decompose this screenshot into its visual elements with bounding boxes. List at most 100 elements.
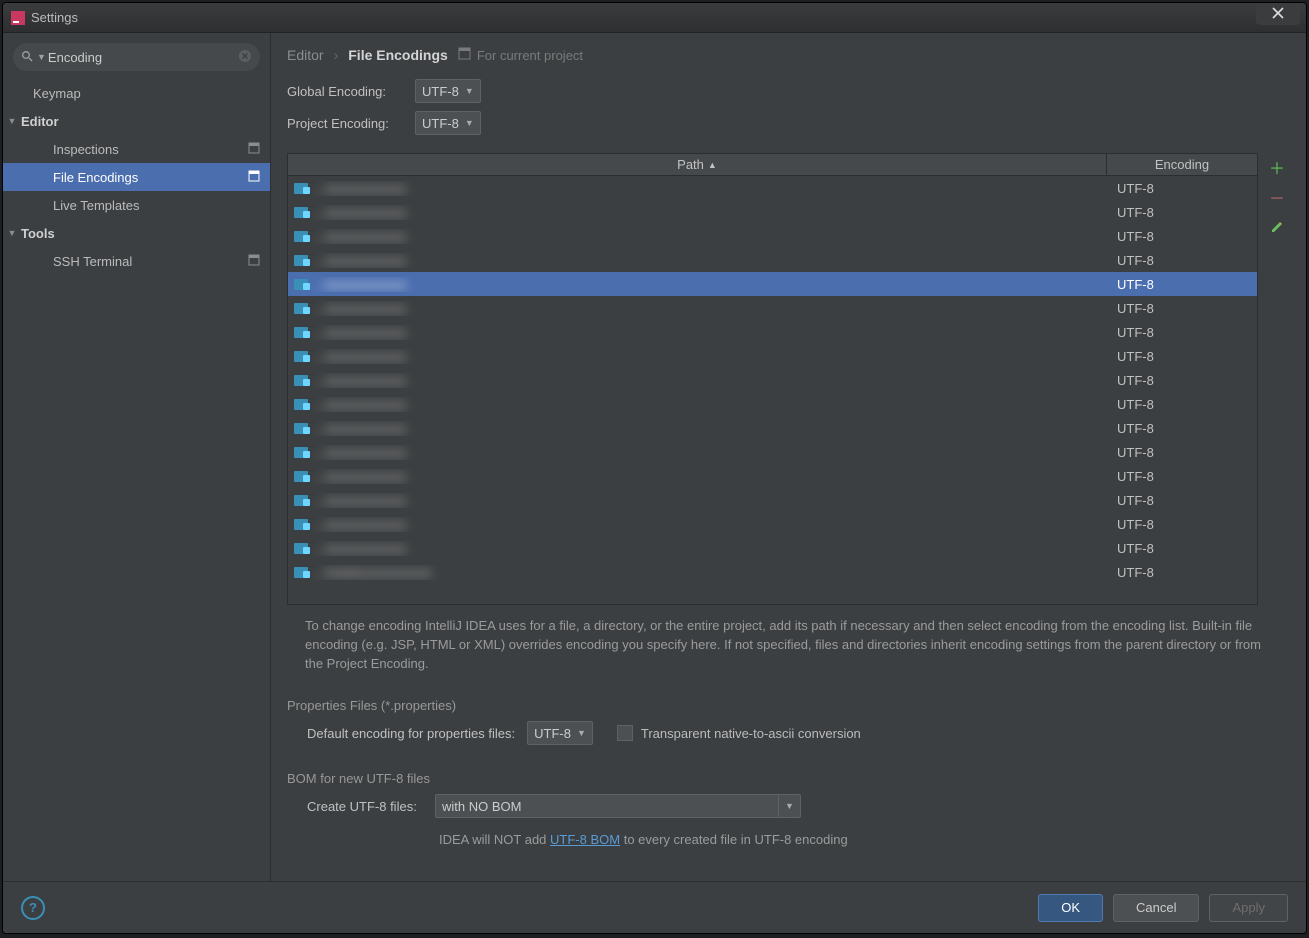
clear-search-icon[interactable] [238, 49, 252, 66]
cell-encoding[interactable]: UTF-8 [1107, 349, 1257, 364]
remove-button[interactable]: － [1267, 187, 1287, 207]
settings-window: Settings ▼ Keymap▼EditorInspectionsFile … [2, 2, 1307, 934]
sidebar-item-keymap[interactable]: Keymap [3, 79, 270, 107]
cell-path: ...\xxxxxxxxxxxx [288, 445, 1107, 460]
search-input[interactable] [48, 50, 238, 65]
table-row[interactable]: ...\xxxxxxxxxxxxUTF-8 [288, 224, 1257, 248]
titlebar: Settings [3, 3, 1306, 33]
project-encoding-combo[interactable]: UTF-8 ▼ [415, 111, 481, 135]
cell-encoding[interactable]: UTF-8 [1107, 517, 1257, 532]
cell-encoding[interactable]: UTF-8 [1107, 229, 1257, 244]
project-scope-icon [248, 254, 260, 269]
chevron-down-icon: ▼ [778, 795, 800, 817]
cell-encoding[interactable]: UTF-8 [1107, 325, 1257, 340]
help-button[interactable]: ? [21, 896, 45, 920]
cell-path: ...\xxxxxxxxxxxx [288, 325, 1107, 340]
cell-encoding[interactable]: UTF-8 [1107, 253, 1257, 268]
props-default-label: Default encoding for properties files: [307, 726, 515, 741]
cell-path: ...\xxxxxxxxxxxx [288, 541, 1107, 556]
app-icon [11, 11, 25, 25]
cell-path: ...\xxxxxxxxxxxx [288, 301, 1107, 316]
folder-icon [294, 567, 308, 578]
sidebar-item-file-encodings[interactable]: File Encodings [3, 163, 270, 191]
cell-path: ...\xxxxxxxxxxxx [288, 205, 1107, 220]
ok-button[interactable]: OK [1038, 894, 1103, 922]
sidebar-item-label: SSH Terminal [53, 254, 248, 269]
bom-create-combo[interactable]: with NO BOM ▼ [435, 794, 801, 818]
column-path[interactable]: Path ▲ [288, 154, 1107, 175]
table-body[interactable]: ...\xxxxxxxxxxxxUTF-8...\xxxxxxxxxxxxUTF… [288, 176, 1257, 604]
cell-encoding[interactable]: UTF-8 [1107, 565, 1257, 580]
folder-icon [294, 375, 308, 386]
sidebar-item-label: Keymap [33, 86, 260, 101]
folder-icon [294, 423, 308, 434]
global-encoding-combo[interactable]: UTF-8 ▼ [415, 79, 481, 103]
table-row[interactable]: ...\xxxxxxxxxxxxUTF-8 [288, 176, 1257, 200]
global-encoding-label: Global Encoding: [287, 84, 415, 99]
breadcrumb-root[interactable]: Editor [287, 47, 324, 63]
sidebar-item-editor[interactable]: ▼Editor [3, 107, 270, 135]
cell-encoding[interactable]: UTF-8 [1107, 541, 1257, 556]
cell-encoding[interactable]: UTF-8 [1107, 397, 1257, 412]
search-filter-dropdown-icon[interactable]: ▼ [37, 52, 46, 62]
table-row[interactable]: ...\xxxxxxxxxxxxUTF-8 [288, 344, 1257, 368]
bom-section-title: BOM for new UTF-8 files [287, 771, 1290, 786]
edit-button[interactable] [1267, 217, 1287, 237]
cell-encoding[interactable]: UTF-8 [1107, 493, 1257, 508]
column-encoding[interactable]: Encoding [1107, 154, 1257, 175]
folder-icon [294, 351, 308, 362]
table-row[interactable]: ...\xxxxxxxxxxxxUTF-8 [288, 296, 1257, 320]
cell-encoding[interactable]: UTF-8 [1107, 277, 1257, 292]
sidebar-item-tools[interactable]: ▼Tools [3, 219, 270, 247]
table-row[interactable]: ...\xxxxxxxxxxxxUTF-8 [288, 416, 1257, 440]
search-box[interactable]: ▼ [13, 43, 260, 71]
folder-icon [294, 255, 308, 266]
project-encoding-label: Project Encoding: [287, 116, 415, 131]
transparent-ascii-checkbox[interactable] [617, 725, 633, 741]
table-row[interactable]: ...\xxxxxxxxxxxxUTF-8 [288, 392, 1257, 416]
breadcrumb-current: File Encodings [348, 47, 448, 63]
expand-arrow-icon: ▼ [3, 116, 21, 126]
table-row[interactable]: ...\medxxxxxxxxxxxxUTF-8 [288, 560, 1257, 584]
cell-encoding[interactable]: UTF-8 [1107, 301, 1257, 316]
close-button[interactable] [1256, 2, 1300, 25]
cell-encoding[interactable]: UTF-8 [1107, 373, 1257, 388]
cell-encoding[interactable]: UTF-8 [1107, 181, 1257, 196]
table-row[interactable]: ...\xxxxxxxxxxxxUTF-8 [288, 320, 1257, 344]
folder-icon [294, 231, 308, 242]
footer: ? OK Cancel Apply [3, 881, 1306, 933]
folder-icon [294, 327, 308, 338]
table-row[interactable]: ...\xxxxxxxxxxxxUTF-8 [288, 272, 1257, 296]
project-scope-icon [248, 170, 260, 185]
table-row[interactable]: ...\xxxxxxxxxxxxUTF-8 [288, 200, 1257, 224]
table-row[interactable]: ...\xxxxxxxxxxxxUTF-8 [288, 368, 1257, 392]
table-row[interactable]: ...\xxxxxxxxxxxxUTF-8 [288, 248, 1257, 272]
folder-icon [294, 471, 308, 482]
cell-path: ...\xxxxxxxxxxxx [288, 181, 1107, 196]
cell-encoding[interactable]: UTF-8 [1107, 445, 1257, 460]
cell-path: ...\xxxxxxxxxxxx [288, 493, 1107, 508]
table-row[interactable]: ...\xxxxxxxxxxxxUTF-8 [288, 536, 1257, 560]
utf8-bom-link[interactable]: UTF-8 BOM [550, 832, 620, 847]
table-row[interactable]: ...\xxxxxxxxxxxxUTF-8 [288, 488, 1257, 512]
for-project-label: For current project [458, 47, 583, 63]
breadcrumb: Editor › File Encodings For current proj… [287, 47, 1290, 63]
help-text: To change encoding IntelliJ IDEA uses fo… [287, 605, 1290, 680]
add-button[interactable]: ＋ [1267, 157, 1287, 177]
table-header: Path ▲ Encoding [288, 154, 1257, 176]
table-row[interactable]: ...\xxxxxxxxxxxxUTF-8 [288, 440, 1257, 464]
sidebar-item-inspections[interactable]: Inspections [3, 135, 270, 163]
props-default-combo[interactable]: UTF-8 ▼ [527, 721, 593, 745]
cell-encoding[interactable]: UTF-8 [1107, 205, 1257, 220]
cell-path: ...\xxxxxxxxxxxx [288, 229, 1107, 244]
table-row[interactable]: ...\xxxxxxxxxxxxUTF-8 [288, 464, 1257, 488]
apply-button[interactable]: Apply [1209, 894, 1288, 922]
cell-path: ...\medxxxxxxxxxxxx [288, 565, 1107, 580]
cell-encoding[interactable]: UTF-8 [1107, 421, 1257, 436]
cell-path: ...\xxxxxxxxxxxx [288, 373, 1107, 388]
table-row[interactable]: ...\xxxxxxxxxxxxUTF-8 [288, 512, 1257, 536]
sidebar-item-live-templates[interactable]: Live Templates [3, 191, 270, 219]
cancel-button[interactable]: Cancel [1113, 894, 1199, 922]
cell-encoding[interactable]: UTF-8 [1107, 469, 1257, 484]
sidebar-item-ssh-terminal[interactable]: SSH Terminal [3, 247, 270, 275]
